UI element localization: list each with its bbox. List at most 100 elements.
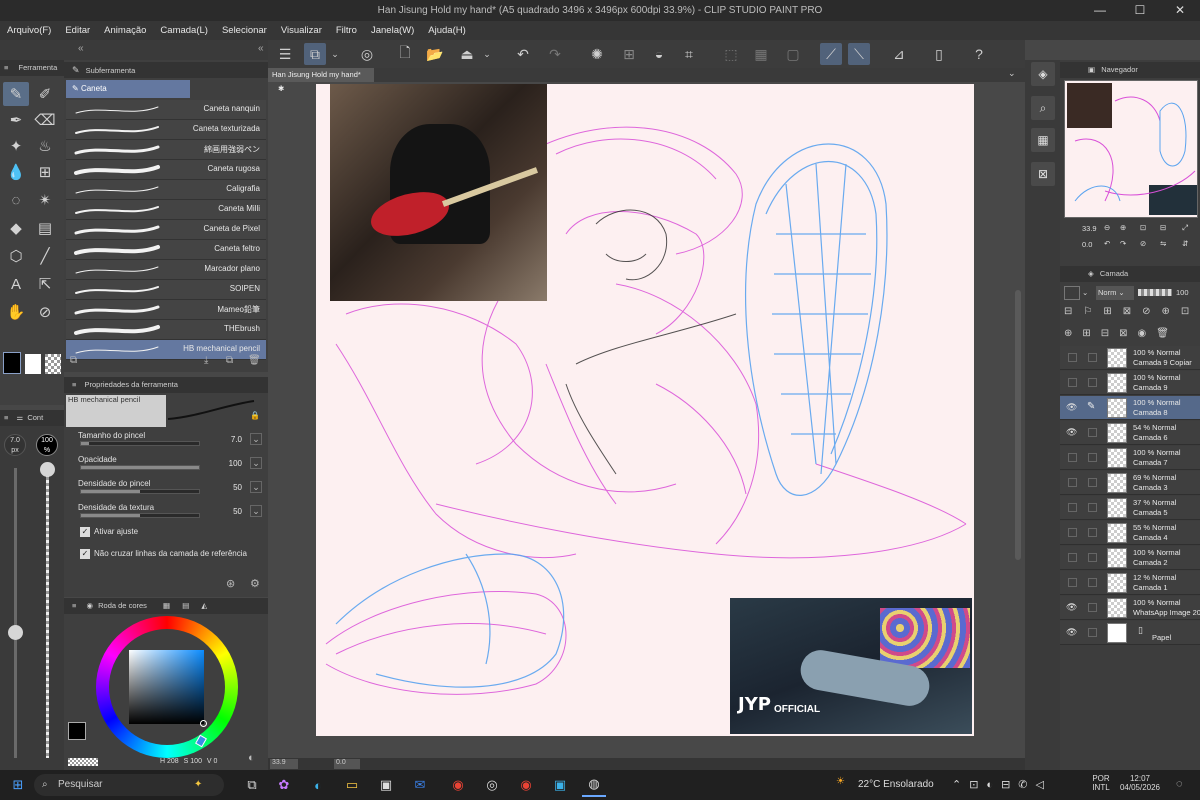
select-layer-icon[interactable]: ▢ <box>782 43 804 65</box>
size-slider-thumb[interactable] <box>8 625 23 640</box>
layer-color-icon[interactable] <box>1064 286 1080 300</box>
drawing-page[interactable]: JYP OFFICIAL <box>316 84 974 736</box>
delete-subtool-icon[interactable]: 🗑 <box>248 355 261 366</box>
pressure-icon[interactable]: ⌄ <box>250 457 262 469</box>
layer-row[interactable]: 👁 ▯ Papel <box>1060 621 1200 645</box>
main-color-swatch[interactable] <box>3 352 21 374</box>
brush-item[interactable]: 綿画用強弱ペン <box>66 140 266 160</box>
menu-file[interactable]: Arquivo(F) <box>0 21 58 40</box>
fit-icon[interactable]: ⊡ <box>1140 223 1146 232</box>
opacity-slider-track[interactable] <box>46 468 49 758</box>
menu-icon[interactable]: ≡ <box>4 63 8 72</box>
brush-item[interactable]: THEbrush <box>66 320 266 340</box>
outlook-icon[interactable]: ✉ <box>408 773 432 797</box>
tray-icons[interactable]: ⌃⊡◐⊟✆◁ <box>952 778 1052 791</box>
sub-color-swatch[interactable] <box>25 354 41 374</box>
actual-size-icon[interactable]: ⊟ <box>1160 223 1166 232</box>
visibility-checkbox[interactable] <box>1068 378 1077 387</box>
menu-icon[interactable]: ≡ <box>72 601 76 610</box>
clip-studio-icon[interactable]: ◎ <box>356 43 378 65</box>
reset-rotation-icon[interactable]: ⊘ <box>1140 239 1146 248</box>
paint-icon[interactable]: ▣ <box>548 773 572 797</box>
property-slider[interactable] <box>80 441 200 446</box>
collapse-left-icon[interactable]: « <box>78 43 84 54</box>
maximize-button[interactable]: ☐ <box>1120 0 1160 21</box>
duplicate-subtool-icon[interactable]: ⧉ <box>226 355 233 366</box>
save-icon[interactable]: ⏏ <box>456 43 478 65</box>
lock-checkbox[interactable] <box>1088 503 1097 512</box>
brush-item[interactable]: Caneta Milli <box>66 200 266 220</box>
similar-color-tab-icon[interactable]: ◭ <box>201 601 207 610</box>
layer-row[interactable]: 👁 100 % Normal WhatsApp Image 202 <box>1060 596 1200 620</box>
visibility-checkbox[interactable] <box>1068 528 1077 537</box>
navigator-preview[interactable] <box>1064 80 1198 218</box>
help-icon[interactable]: ? <box>968 43 990 65</box>
smartphone-icon[interactable]: ▯ <box>928 43 950 65</box>
checkbox-enable-correction[interactable]: ✓ <box>80 527 90 537</box>
checkbox-no-cross-lines[interactable]: ✓ <box>80 549 90 559</box>
brush-item[interactable]: SOIPEN <box>66 280 266 300</box>
menu-select[interactable]: Selecionar <box>215 21 274 40</box>
collapse-right-icon[interactable]: « <box>258 43 264 54</box>
pressure-icon[interactable]: ⌄ <box>250 481 262 493</box>
tool-panel-tab[interactable]: Ferramenta <box>18 63 57 72</box>
lock-checkbox[interactable] <box>1088 478 1097 487</box>
eye-icon[interactable]: 👁 <box>1066 602 1077 613</box>
task-view-icon[interactable]: ⧉ <box>240 773 264 797</box>
close-button[interactable]: ✕ <box>1160 0 1200 21</box>
brush-item[interactable]: Marcador plano <box>66 260 266 280</box>
language-indicator[interactable]: POR INTL <box>1090 774 1112 792</box>
brush-item[interactable]: Caneta texturizada <box>66 120 266 140</box>
line-tool-icon[interactable]: ╱ <box>32 244 58 268</box>
lock-checkbox[interactable] <box>1088 453 1097 462</box>
visibility-checkbox[interactable] <box>1068 353 1077 362</box>
transparent-color-swatch[interactable] <box>45 354 61 374</box>
brush-item[interactable]: Caligrafia <box>66 180 266 200</box>
brush-size-tab[interactable]: Cont <box>27 413 43 422</box>
import-subtool-icon[interactable]: ⤓ <box>204 355 208 366</box>
copilot-icon[interactable]: ✿ <box>272 773 296 797</box>
subtool-settings-icon[interactable]: ⧉ <box>70 355 77 366</box>
clip-studio-taskbar-icon[interactable]: ◎ <box>480 773 504 797</box>
taskbar-search[interactable]: ⌕ Pesquisar ✦ <box>34 774 224 796</box>
layer-row[interactable]: 100 % Normal Camada 9 Copiar <box>1060 346 1200 370</box>
layer-row[interactable]: 👁 ✎ 100 % Normal Camada 8 <box>1060 396 1200 420</box>
layer-opacity-slider[interactable] <box>1138 289 1172 296</box>
menu-icon[interactable]: ☰ <box>274 43 296 65</box>
zoom-field[interactable]: 33.9 <box>270 759 298 769</box>
brush-tool-icon[interactable]: ✒ <box>3 108 29 132</box>
layer-row[interactable]: 12 % Normal Camada 1 <box>1060 571 1200 595</box>
layer-row[interactable]: 100 % Normal Camada 9 <box>1060 371 1200 395</box>
layer-row[interactable]: 100 % Normal Camada 7 <box>1060 446 1200 470</box>
brush-item[interactable]: Caneta rugosa <box>66 160 266 180</box>
figure-tool-icon[interactable]: ⬡ <box>3 244 29 268</box>
chevron-down-icon[interactable]: ⌄ <box>328 43 342 65</box>
blend-mode-select[interactable]: Norm ⌄ <box>1096 286 1134 300</box>
flip-vertical-icon[interactable]: ⇵ <box>1182 239 1188 248</box>
magic-wand-icon[interactable]: ✴ <box>32 188 58 212</box>
lock-checkbox[interactable] <box>1088 578 1097 587</box>
lock-checkbox[interactable] <box>1088 378 1097 387</box>
visibility-checkbox[interactable] <box>1068 553 1077 562</box>
color-set-tab-icon[interactable]: ▦ <box>163 601 170 610</box>
fit-screen-icon[interactable]: ⤢ <box>1182 223 1188 233</box>
zoom-out-icon[interactable]: ⊖ <box>1104 223 1110 232</box>
eye-icon[interactable]: 👁 <box>1066 627 1077 638</box>
weather-text[interactable]: 22°C Ensolarado <box>858 779 934 790</box>
quick-access-icon[interactable]: ⧉ <box>304 43 326 65</box>
brush-item[interactable]: Caneta de Pixel <box>66 220 266 240</box>
main-color-chip[interactable] <box>68 722 86 740</box>
transparent-chip[interactable] <box>68 758 98 766</box>
menu-edit[interactable]: Editar <box>58 21 97 40</box>
angle-field[interactable]: 0.0 <box>334 759 360 769</box>
brush-item[interactable]: HB mechanical pencil <box>66 340 266 360</box>
layer-row[interactable]: 100 % Normal Camada 2 <box>1060 546 1200 570</box>
notification-icon[interactable]: ◌ <box>1176 778 1183 790</box>
tab-menu-icon[interactable]: ⌄ <box>1008 68 1016 79</box>
transform-icon[interactable]: ⊞ <box>618 43 640 65</box>
fill-icon[interactable]: ◒ <box>648 43 670 65</box>
clock[interactable]: 12:07 04/05/2026 <box>1116 774 1164 792</box>
chrome-icon-2[interactable]: ◉ <box>514 773 538 797</box>
windows-start-icon[interactable]: ⊞ <box>6 773 30 797</box>
layer-property-icon[interactable]: ▦ <box>1031 128 1055 152</box>
